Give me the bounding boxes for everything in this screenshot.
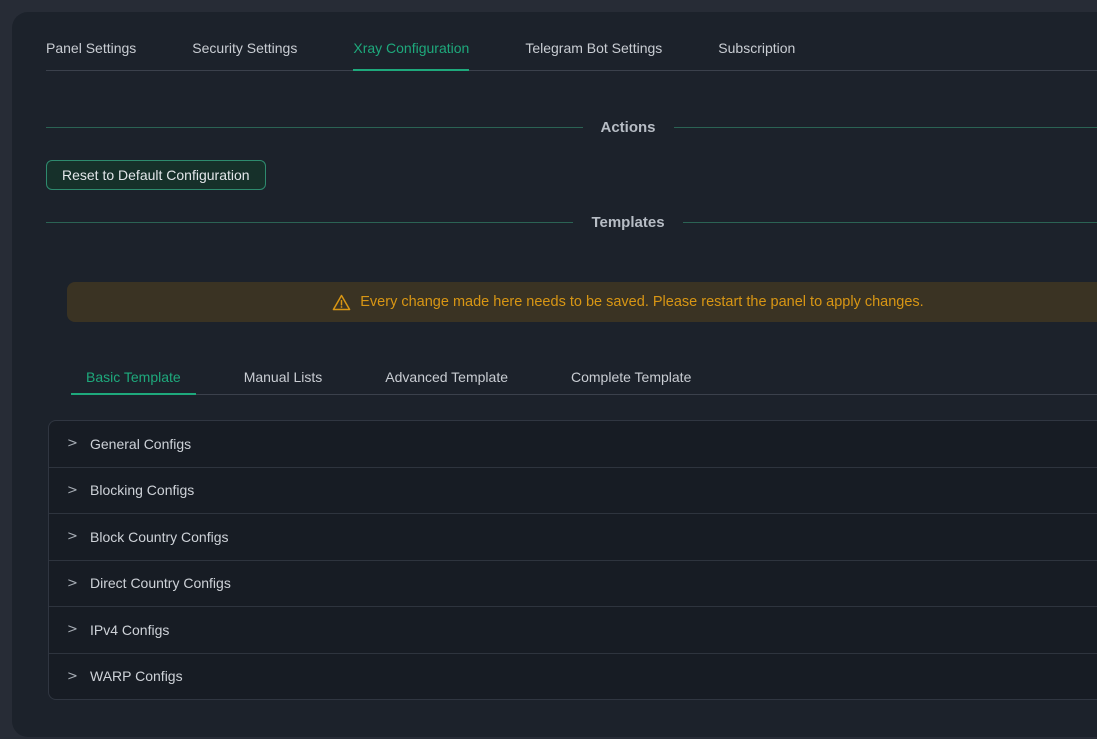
tab-xray-configuration[interactable]: Xray Configuration bbox=[353, 40, 469, 70]
actions-section-title: Actions bbox=[601, 119, 656, 136]
reset-default-configuration-button[interactable]: Reset to Default Configuration bbox=[46, 160, 266, 190]
restart-warning-alert: Every change made here needs to be saved… bbox=[67, 282, 1097, 322]
settings-tab-bar: Panel Settings Security Settings Xray Co… bbox=[46, 40, 1097, 71]
tab-panel-settings[interactable]: Panel Settings bbox=[46, 40, 136, 70]
divider-line bbox=[46, 127, 583, 128]
collapse-row-general-configs[interactable]: > General Configs bbox=[49, 421, 1097, 468]
divider-line bbox=[683, 222, 1097, 223]
chevron-right-icon: > bbox=[67, 437, 77, 450]
chevron-right-icon: > bbox=[67, 484, 77, 497]
collapse-row-label: WARP Configs bbox=[90, 668, 183, 684]
collapse-row-blocking-configs[interactable]: > Blocking Configs bbox=[49, 468, 1097, 515]
tab-security-settings[interactable]: Security Settings bbox=[192, 40, 297, 70]
subtab-basic-template[interactable]: Basic Template bbox=[71, 369, 196, 394]
chevron-right-icon: > bbox=[67, 670, 77, 683]
collapse-row-ipv4-configs[interactable]: > IPv4 Configs bbox=[49, 607, 1097, 654]
collapse-row-label: IPv4 Configs bbox=[90, 622, 169, 638]
subtab-advanced-template[interactable]: Advanced Template bbox=[370, 369, 523, 394]
configs-collapse-list: > General Configs > Blocking Configs > B… bbox=[48, 420, 1097, 700]
collapse-row-label: Direct Country Configs bbox=[90, 575, 231, 591]
restart-warning-text: Every change made here needs to be saved… bbox=[360, 294, 923, 310]
templates-section-title: Templates bbox=[591, 214, 664, 231]
templates-divider: Templates bbox=[46, 212, 1097, 232]
warning-triangle-icon bbox=[332, 293, 351, 312]
chevron-right-icon: > bbox=[67, 623, 77, 636]
chevron-right-icon: > bbox=[67, 577, 77, 590]
tab-subscription[interactable]: Subscription bbox=[718, 40, 795, 70]
tab-telegram-bot-settings[interactable]: Telegram Bot Settings bbox=[525, 40, 662, 70]
collapse-row-block-country-configs[interactable]: > Block Country Configs bbox=[49, 514, 1097, 561]
divider-line bbox=[46, 222, 573, 223]
chevron-right-icon: > bbox=[67, 530, 77, 543]
actions-divider: Actions bbox=[46, 117, 1097, 137]
divider-line bbox=[674, 127, 1097, 128]
settings-card: Panel Settings Security Settings Xray Co… bbox=[12, 12, 1097, 737]
template-tab-bar: Basic Template Manual Lists Advanced Tem… bbox=[71, 369, 1097, 395]
collapse-row-label: Blocking Configs bbox=[90, 482, 194, 498]
collapse-row-warp-configs[interactable]: > WARP Configs bbox=[49, 654, 1097, 700]
subtab-manual-lists[interactable]: Manual Lists bbox=[229, 369, 338, 394]
collapse-row-label: Block Country Configs bbox=[90, 529, 229, 545]
subtab-complete-template[interactable]: Complete Template bbox=[556, 369, 706, 394]
collapse-row-label: General Configs bbox=[90, 436, 191, 452]
collapse-row-direct-country-configs[interactable]: > Direct Country Configs bbox=[49, 561, 1097, 608]
